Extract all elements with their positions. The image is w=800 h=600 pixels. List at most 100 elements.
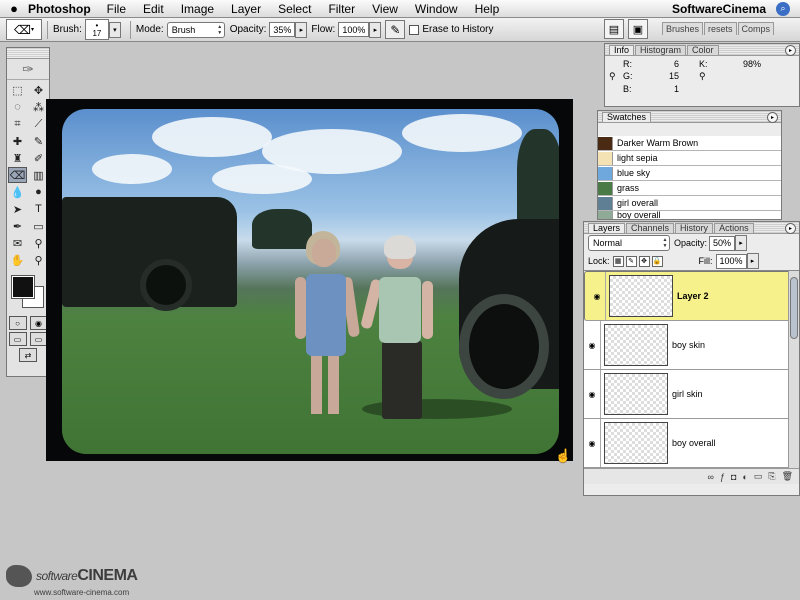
- hand-tool-icon[interactable]: ✋: [8, 252, 27, 268]
- swatch-item[interactable]: girl overall: [598, 196, 781, 211]
- new-layer-icon[interactable]: ⎘: [768, 471, 775, 482]
- tab-swatches[interactable]: Swatches: [602, 112, 652, 122]
- blend-mode-select[interactable]: Normal: [588, 235, 670, 251]
- lock-position-icon[interactable]: ✥: [638, 255, 650, 267]
- layer-name: Layer 2: [677, 291, 709, 301]
- standard-screen-icon[interactable]: ▭: [8, 332, 27, 346]
- menu-file[interactable]: File: [107, 2, 126, 16]
- fill-input[interactable]: 100%: [715, 253, 747, 269]
- apple-menu-icon[interactable]: ●: [0, 1, 28, 16]
- quick-mask-mode-icon[interactable]: ◉: [29, 316, 48, 330]
- flow-slider-arrow[interactable]: ▸: [369, 21, 382, 38]
- tab-history[interactable]: History: [675, 223, 714, 233]
- layers-scrollbar[interactable]: [788, 271, 799, 468]
- new-group-icon[interactable]: ▭: [754, 471, 763, 482]
- blur-tool-icon[interactable]: 💧: [8, 184, 27, 200]
- opacity-slider-arrow[interactable]: ▸: [295, 21, 308, 38]
- lock-all-icon[interactable]: 🔒: [651, 255, 663, 267]
- lock-pixels-icon[interactable]: ✎: [625, 255, 637, 267]
- swatch-name: Darker Warm Brown: [617, 138, 699, 148]
- mode-select[interactable]: Brush: [166, 21, 225, 38]
- swatch-chip: [598, 151, 613, 165]
- menu-view[interactable]: View: [372, 2, 398, 16]
- feather-logo-icon[interactable]: ✑: [7, 59, 49, 80]
- move-tool-icon[interactable]: ✥: [29, 82, 48, 98]
- menu-edit[interactable]: Edit: [143, 2, 164, 16]
- menu-help[interactable]: Help: [475, 2, 500, 16]
- layer-row[interactable]: ◉ Layer 2: [584, 271, 799, 321]
- tab-info[interactable]: Info: [609, 45, 635, 55]
- layer-opacity-arrow[interactable]: ▸: [735, 235, 748, 251]
- visibility-eye-icon[interactable]: ◉: [584, 370, 601, 418]
- visibility-eye-icon[interactable]: ◉: [589, 272, 606, 320]
- opacity-input[interactable]: 35%: [269, 22, 296, 37]
- r-label: R:: [623, 59, 632, 69]
- tab-channels[interactable]: Channels: [626, 223, 675, 233]
- document-canvas[interactable]: [46, 99, 573, 461]
- tab-actions[interactable]: Actions: [714, 223, 754, 233]
- spotlight-icon[interactable]: ⌕: [776, 1, 790, 16]
- eraser-tool-icon[interactable]: ⌫: [8, 167, 27, 183]
- lock-transparency-icon[interactable]: ▦: [612, 255, 624, 267]
- adjustment-layer-icon[interactable]: ◐: [742, 472, 747, 482]
- swatch-item[interactable]: Darker Warm Brown: [598, 136, 781, 151]
- foreground-color-swatch[interactable]: [11, 275, 35, 299]
- swatch-item[interactable]: boy overall: [598, 211, 781, 219]
- layers-menu-icon[interactable]: ▸: [785, 223, 796, 234]
- clone-stamp-tool-icon[interactable]: ♜: [8, 150, 27, 166]
- crop-tool-icon[interactable]: ⌗: [8, 116, 27, 132]
- tools-title-bar[interactable]: [7, 48, 49, 59]
- menu-layer[interactable]: Layer: [231, 2, 261, 16]
- menu-filter[interactable]: Filter: [328, 2, 355, 16]
- airbrush-toggle[interactable]: ✎: [385, 20, 406, 39]
- swatch-item[interactable]: blue sky: [598, 166, 781, 181]
- swatch-item[interactable]: light sepia: [598, 151, 781, 166]
- erase-to-history-checkbox[interactable]: [409, 24, 420, 35]
- scrollbar-thumb[interactable]: [790, 277, 798, 339]
- visibility-eye-icon[interactable]: ◉: [584, 321, 601, 369]
- add-mask-icon[interactable]: ◘: [731, 472, 736, 482]
- k-label: K:: [699, 59, 708, 69]
- notes-tool-icon[interactable]: ✉: [8, 235, 27, 251]
- menu-select[interactable]: Select: [278, 2, 311, 16]
- tool-preset-picker[interactable]: ⌫ ▾: [6, 19, 42, 40]
- jump-to-imageready-icon[interactable]: ⇄: [19, 348, 37, 362]
- swatch-item[interactable]: grass: [598, 181, 781, 196]
- menu-image[interactable]: Image: [181, 2, 214, 16]
- marquee-tool-icon[interactable]: ⬚: [8, 82, 27, 98]
- fill-arrow[interactable]: ▸: [746, 253, 759, 269]
- healing-brush-tool-icon[interactable]: ✚: [8, 133, 27, 149]
- layer-row[interactable]: ◉ boy overall: [584, 419, 799, 468]
- layer-opacity-input[interactable]: 50%: [709, 235, 736, 251]
- full-screen-menu-icon[interactable]: ▭: [29, 332, 48, 346]
- delete-layer-icon[interactable]: 🗑: [782, 471, 793, 482]
- divider: [47, 20, 48, 39]
- mode-value: Brush: [171, 24, 196, 35]
- brush-picker[interactable]: • 17: [84, 19, 109, 40]
- tab-layers[interactable]: Layers: [588, 223, 626, 233]
- app-menu[interactable]: Photoshop: [28, 2, 91, 16]
- well-tab-presets[interactable]: resets: [704, 22, 737, 35]
- palette-well: Brushes resets Comps: [662, 22, 775, 35]
- tab-color[interactable]: Color: [687, 45, 719, 55]
- swatches-menu-icon[interactable]: ▸: [767, 112, 778, 123]
- path-selection-tool-icon[interactable]: ➤: [8, 201, 27, 217]
- link-layers-icon[interactable]: ∞: [708, 472, 714, 482]
- well-tab-brushes[interactable]: Brushes: [662, 22, 704, 35]
- layer-row[interactable]: ◉ boy skin: [584, 321, 799, 370]
- layer-style-icon[interactable]: ƒ: [720, 472, 725, 482]
- standard-mode-icon[interactable]: ○: [8, 316, 27, 330]
- lasso-tool-icon[interactable]: ◌: [8, 99, 27, 115]
- layer-row[interactable]: ◉ girl skin: [584, 370, 799, 419]
- brush-dropdown-arrow[interactable]: ▾: [108, 21, 121, 38]
- flow-input[interactable]: 100%: [338, 22, 370, 37]
- info-menu-icon[interactable]: ▸: [785, 45, 796, 56]
- tab-histogram[interactable]: Histogram: [635, 45, 687, 55]
- pen-tool-icon[interactable]: ✒: [8, 218, 27, 234]
- menu-window[interactable]: Window: [415, 2, 458, 16]
- layer-name: boy overall: [672, 438, 716, 448]
- toggle-palettes-icon[interactable]: ▣: [628, 19, 648, 39]
- file-browser-icon[interactable]: ▤: [604, 19, 624, 39]
- well-tab-comps[interactable]: Comps: [737, 22, 775, 35]
- visibility-eye-icon[interactable]: ◉: [584, 419, 601, 467]
